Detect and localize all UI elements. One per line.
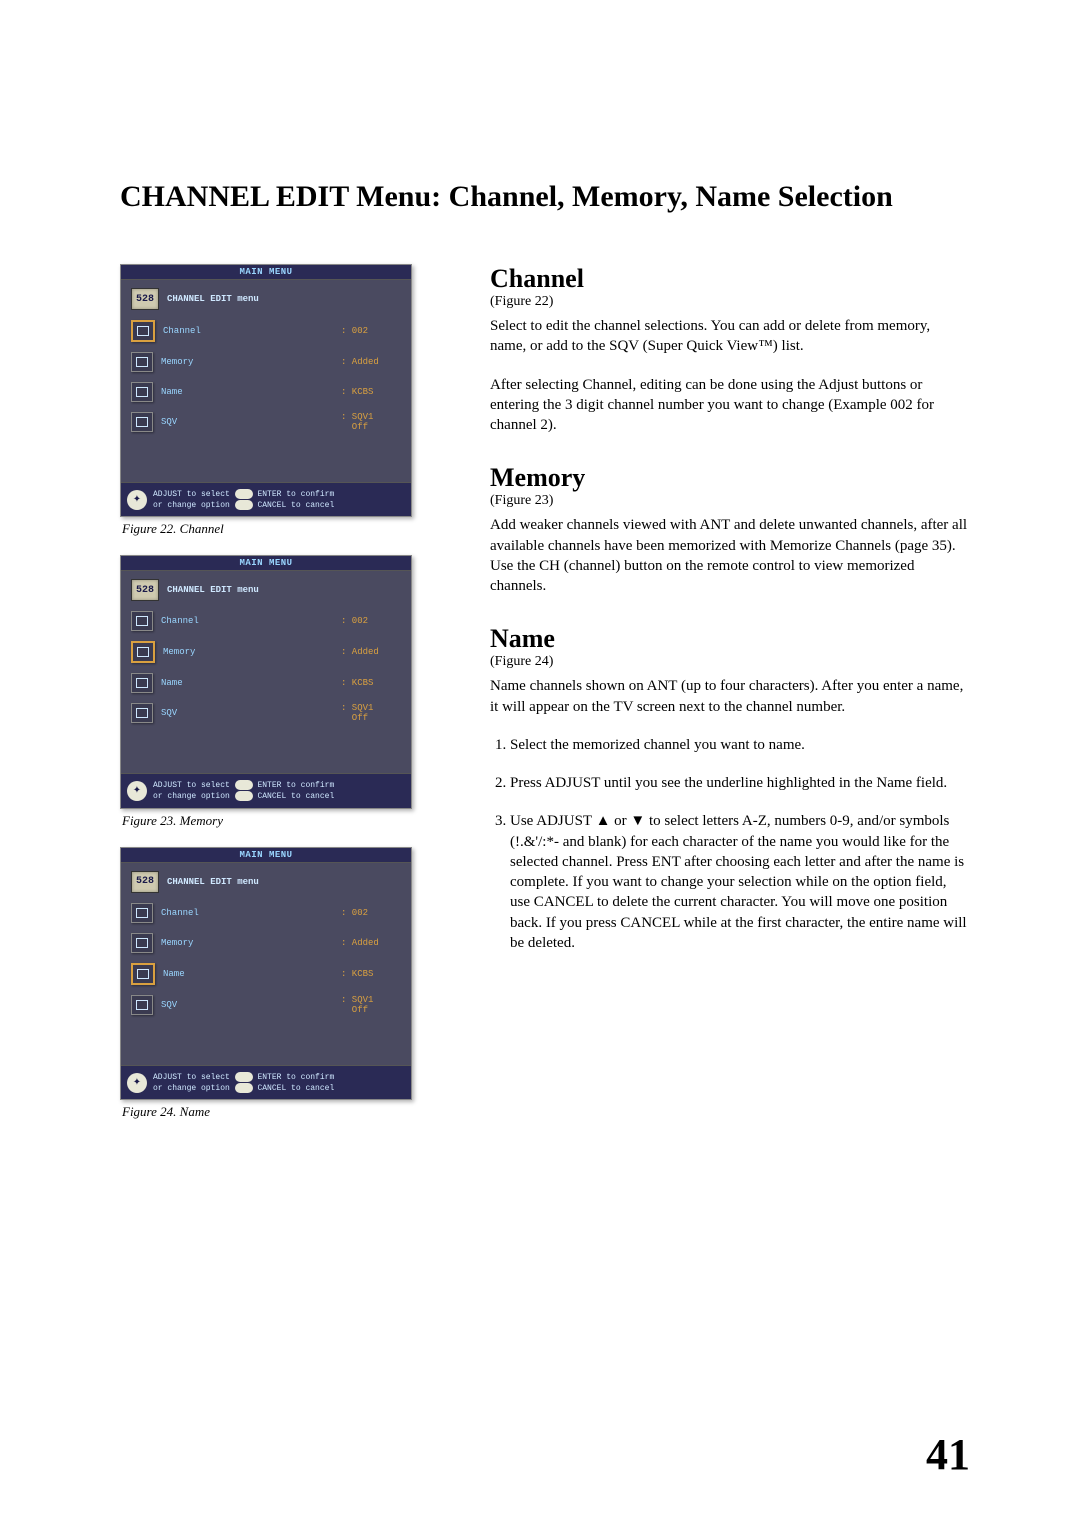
menu-item-label: SQV (161, 417, 333, 427)
menu-item-label: Memory (161, 357, 333, 367)
submenu-title: CHANNEL EDIT menu (167, 294, 259, 304)
figure-caption: Figure 24. Name (122, 1104, 430, 1120)
menu-item-value: : Added (341, 647, 401, 657)
footer-text: CANCEL to cancel (257, 792, 334, 801)
footer-text: or change option (153, 1084, 230, 1093)
menu-item-label: Memory (163, 647, 333, 657)
square-icon (131, 641, 155, 663)
square-icon (131, 963, 155, 985)
menu-item-label: Name (161, 387, 333, 397)
section-title: Channel (490, 264, 970, 294)
step-list: Select the memorized channel you want to… (490, 735, 970, 953)
square-icon (131, 995, 153, 1015)
menu-item-value: : 002 (341, 326, 401, 336)
page-number: 41 (926, 1429, 970, 1480)
tv-menu-fig24: MAIN MENU 528 CHANNEL EDIT menu Channel:… (120, 847, 412, 1100)
square-icon (131, 611, 153, 631)
menu-item-label: Name (161, 678, 333, 688)
section-title: Memory (490, 463, 970, 493)
menu-footer: ✦ ADJUST to select ENTER to confirm or c… (121, 482, 411, 516)
page-title: CHANNEL EDIT Menu: Channel, Memory, Name… (120, 180, 970, 214)
square-icon (131, 933, 153, 953)
menu-footer: ✦ ADJUST to select ENTER to confirm or c… (121, 773, 411, 807)
pill-icon (235, 1072, 253, 1082)
section-figure-ref: (Figure 22) (490, 294, 970, 310)
section-paragraph: Name channels shown on ANT (up to four c… (490, 676, 970, 717)
square-icon (131, 903, 153, 923)
pill-icon (235, 500, 253, 510)
menu-item-value: : Added (341, 938, 401, 948)
square-icon (131, 382, 153, 402)
figures-column: MAIN MENU 528 CHANNEL EDIT menu Channel:… (120, 264, 430, 1138)
menu-item-value: : 002 (341, 908, 401, 918)
square-icon (131, 320, 155, 342)
square-icon (131, 412, 153, 432)
footer-text: CANCEL to cancel (257, 1084, 334, 1093)
figure-caption: Figure 22. Channel (122, 521, 430, 537)
footer-text: or change option (153, 501, 230, 510)
square-icon (131, 352, 153, 372)
menu-item-value: : 002 (341, 616, 401, 626)
tv-menu-fig22: MAIN MENU 528 CHANNEL EDIT menu Channel:… (120, 264, 412, 517)
footer-text: ENTER to confirm (257, 1073, 334, 1082)
menu-item-label: Channel (163, 326, 333, 336)
footer-text: ADJUST to select (153, 782, 230, 791)
section-paragraph: After selecting Channel, editing can be … (490, 375, 970, 436)
footer-text: ADJUST to select (153, 490, 230, 499)
dpad-icon: ✦ (127, 1073, 147, 1093)
icon-528: 528 (131, 288, 159, 310)
menu-item-value: : KCBS (341, 969, 401, 979)
menu-footer: ✦ ADJUST to select ENTER to confirm or c… (121, 1065, 411, 1099)
step-item: Press ADJUST until you see the underline… (510, 773, 970, 793)
menu-item-label: Channel (161, 616, 333, 626)
menu-title: MAIN MENU (121, 848, 411, 863)
menu-item-value: : SQV1 Off (341, 995, 401, 1015)
menu-item-label: Name (163, 969, 333, 979)
section-figure-ref: (Figure 24) (490, 654, 970, 670)
footer-text: ENTER to confirm (257, 490, 334, 499)
menu-title: MAIN MENU (121, 556, 411, 571)
menu-item-value: : KCBS (341, 387, 401, 397)
menu-item-label: SQV (161, 1000, 333, 1010)
menu-item-value: : SQV1 Off (341, 412, 401, 432)
pill-icon (235, 780, 253, 790)
submenu-title: CHANNEL EDIT menu (167, 877, 259, 887)
footer-text: ADJUST to select (153, 1073, 230, 1082)
tv-menu-fig23: MAIN MENU 528 CHANNEL EDIT menu Channel:… (120, 555, 412, 808)
menu-title: MAIN MENU (121, 265, 411, 280)
icon-528: 528 (131, 871, 159, 893)
step-item: Select the memorized channel you want to… (510, 735, 970, 755)
pill-icon (235, 1083, 253, 1093)
menu-item-value: : SQV1 Off (341, 703, 401, 723)
section-memory: Memory (Figure 23) Add weaker channels v… (490, 463, 970, 596)
pill-icon (235, 489, 253, 499)
section-name: Name (Figure 24) Name channels shown on … (490, 624, 970, 953)
icon-528: 528 (131, 579, 159, 601)
section-title: Name (490, 624, 970, 654)
square-icon (131, 703, 153, 723)
menu-item-label: Memory (161, 938, 333, 948)
section-paragraph: Select to edit the channel selections. Y… (490, 316, 970, 357)
menu-item-label: SQV (161, 708, 333, 718)
section-paragraph: Add weaker channels viewed with ANT and … (490, 515, 970, 596)
dpad-icon: ✦ (127, 781, 147, 801)
pill-icon (235, 791, 253, 801)
square-icon (131, 673, 153, 693)
footer-text: CANCEL to cancel (257, 501, 334, 510)
footer-text: or change option (153, 792, 230, 801)
section-channel: Channel (Figure 22) Select to edit the c… (490, 264, 970, 435)
footer-text: ENTER to confirm (257, 782, 334, 791)
dpad-icon: ✦ (127, 490, 147, 510)
figure-caption: Figure 23. Memory (122, 813, 430, 829)
menu-item-value: : KCBS (341, 678, 401, 688)
menu-item-label: Channel (161, 908, 333, 918)
submenu-title: CHANNEL EDIT menu (167, 585, 259, 595)
section-figure-ref: (Figure 23) (490, 493, 970, 509)
text-column: Channel (Figure 22) Select to edit the c… (490, 264, 970, 1138)
menu-item-value: : Added (341, 357, 401, 367)
step-item: Use ADJUST ▲ or ▼ to select letters A-Z,… (510, 811, 970, 953)
